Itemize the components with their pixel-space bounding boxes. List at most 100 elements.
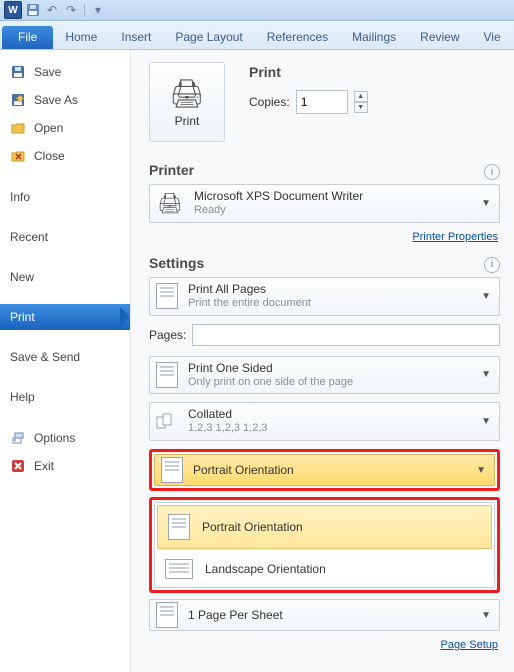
sidebar-item-label: Save xyxy=(34,65,61,79)
qat-customize-icon[interactable]: ▾ xyxy=(90,2,106,18)
qat-separator xyxy=(84,3,85,17)
close-icon xyxy=(10,148,26,164)
orientation-option-label: Portrait Orientation xyxy=(202,520,303,534)
collate-selector[interactable]: Collated 1,2,3 1,2,3 1,2,3 ▼ xyxy=(149,402,500,441)
save-icon xyxy=(10,64,26,80)
print-range-selector[interactable]: Print All Pages Print the entire documen… xyxy=(149,277,500,316)
sidebar-item-label: Options xyxy=(34,431,75,445)
word-app-icon: W xyxy=(4,1,22,19)
sidebar-item-label: New xyxy=(10,270,34,284)
spinner-up-icon[interactable]: ▲ xyxy=(354,91,368,102)
sidebar-item-help[interactable]: Help xyxy=(0,384,130,410)
orientation-current: Portrait Orientation xyxy=(193,463,464,478)
sidebar-item-open[interactable]: Open xyxy=(0,114,130,142)
chevron-down-icon: ▼ xyxy=(474,465,488,476)
print-button[interactable]: 🖨 Print xyxy=(149,62,225,142)
settings-heading: Settings xyxy=(149,255,204,271)
sidebar-item-label: Close xyxy=(34,149,65,163)
chevron-down-icon: ▼ xyxy=(479,610,493,621)
page-setup-link[interactable]: Page Setup xyxy=(149,639,498,651)
print-range-sub: Print the entire document xyxy=(188,297,469,311)
printer-status: Ready xyxy=(194,204,469,218)
sidebar-item-label: Recent xyxy=(10,230,48,244)
pages-per-sheet-selector[interactable]: 1 Page Per Sheet ▼ xyxy=(149,599,500,631)
sidebar-item-save-as[interactable]: Save As xyxy=(0,86,130,114)
spinner-down-icon[interactable]: ▼ xyxy=(354,102,368,113)
chevron-down-icon: ▼ xyxy=(479,369,493,380)
chevron-down-icon: ▼ xyxy=(479,291,493,302)
print-button-label: Print xyxy=(175,114,200,128)
tab-view[interactable]: Vie xyxy=(472,26,513,49)
copies-input[interactable] xyxy=(296,90,348,114)
pages-label: Pages: xyxy=(149,328,186,342)
printer-icon: 🖨 xyxy=(156,189,184,217)
sidebar-item-new[interactable]: New xyxy=(0,264,130,290)
tab-file[interactable]: File xyxy=(2,26,53,49)
chevron-down-icon: ▼ xyxy=(479,198,493,209)
pages-per-sheet-label: 1 Page Per Sheet xyxy=(188,608,469,623)
title-bar: W ↶ ↷ ▾ xyxy=(0,0,514,21)
one-sided-icon xyxy=(156,364,178,386)
sidebar-item-label: Save & Send xyxy=(10,350,80,364)
printer-selector[interactable]: 🖨 Microsoft XPS Document Writer Ready ▼ xyxy=(149,184,500,223)
sidebar-item-options[interactable]: Options xyxy=(0,424,130,452)
sidebar-item-recent[interactable]: Recent xyxy=(0,224,130,250)
sidebar-item-info[interactable]: Info xyxy=(0,184,130,210)
undo-icon[interactable]: ↶ xyxy=(44,2,60,18)
printer-properties-link[interactable]: Printer Properties xyxy=(149,231,498,243)
sidebar-item-label: Open xyxy=(34,121,63,135)
tab-references[interactable]: References xyxy=(255,26,340,49)
pages-icon xyxy=(156,285,178,307)
duplex-selector[interactable]: Print One Sided Only print on one side o… xyxy=(149,356,500,395)
orientation-selector[interactable]: Portrait Orientation ▼ xyxy=(154,454,495,486)
exit-icon xyxy=(10,458,26,474)
portrait-icon xyxy=(168,514,190,540)
collated-icon xyxy=(156,411,178,433)
open-icon xyxy=(10,120,26,136)
landscape-icon xyxy=(165,559,193,579)
sidebar-item-exit[interactable]: Exit xyxy=(0,452,130,480)
copies-label: Copies: xyxy=(249,95,290,109)
tab-home[interactable]: Home xyxy=(53,26,109,49)
collate-sub: 1,2,3 1,2,3 1,2,3 xyxy=(188,422,469,436)
collate-title: Collated xyxy=(188,407,469,422)
printer-icon: 🖨 xyxy=(169,77,205,110)
info-icon[interactable]: i xyxy=(484,164,500,180)
highlight-box: Portrait Orientation ▼ xyxy=(149,449,500,491)
printer-name: Microsoft XPS Document Writer xyxy=(194,189,469,204)
save-as-icon xyxy=(10,92,26,108)
tab-insert[interactable]: Insert xyxy=(109,26,163,49)
orientation-dropdown: Portrait Orientation Landscape Orientati… xyxy=(154,502,495,588)
backstage-sidebar: Save Save As Open Close Info Recent New … xyxy=(0,50,131,672)
duplex-title: Print One Sided xyxy=(188,361,469,376)
printer-heading: Printer xyxy=(149,162,194,178)
highlight-box: Portrait Orientation Landscape Orientati… xyxy=(149,497,500,593)
sidebar-item-print[interactable]: Print xyxy=(0,304,130,330)
sidebar-item-save-send[interactable]: Save & Send xyxy=(0,344,130,370)
tab-review[interactable]: Review xyxy=(408,26,471,49)
orientation-option-landscape[interactable]: Landscape Orientation xyxy=(155,551,494,587)
print-heading: Print xyxy=(249,64,368,80)
sidebar-item-label: Save As xyxy=(34,93,78,107)
duplex-sub: Only print on one side of the page xyxy=(188,376,469,390)
orientation-option-label: Landscape Orientation xyxy=(205,562,326,576)
save-icon[interactable] xyxy=(25,2,41,18)
print-panel: 🖨 Print Print Copies: ▲ ▼ Printer i 🖨 xyxy=(131,50,514,672)
info-icon[interactable]: i xyxy=(484,257,500,273)
tab-mailings[interactable]: Mailings xyxy=(340,26,408,49)
page-icon xyxy=(156,604,178,626)
orientation-option-portrait[interactable]: Portrait Orientation xyxy=(157,505,492,549)
sidebar-item-label: Info xyxy=(10,190,30,204)
sidebar-item-label: Exit xyxy=(34,459,54,473)
tab-page-layout[interactable]: Page Layout xyxy=(163,26,254,49)
pages-input[interactable] xyxy=(192,324,500,346)
options-icon xyxy=(10,430,26,446)
redo-icon[interactable]: ↷ xyxy=(63,2,79,18)
copies-spinner[interactable]: ▲ ▼ xyxy=(354,91,368,113)
sidebar-item-close[interactable]: Close xyxy=(0,142,130,170)
sidebar-item-save[interactable]: Save xyxy=(0,58,130,86)
chevron-down-icon: ▼ xyxy=(479,416,493,427)
backstage: Save Save As Open Close Info Recent New … xyxy=(0,50,514,672)
portrait-icon xyxy=(161,459,183,481)
sidebar-item-label: Help xyxy=(10,390,35,404)
